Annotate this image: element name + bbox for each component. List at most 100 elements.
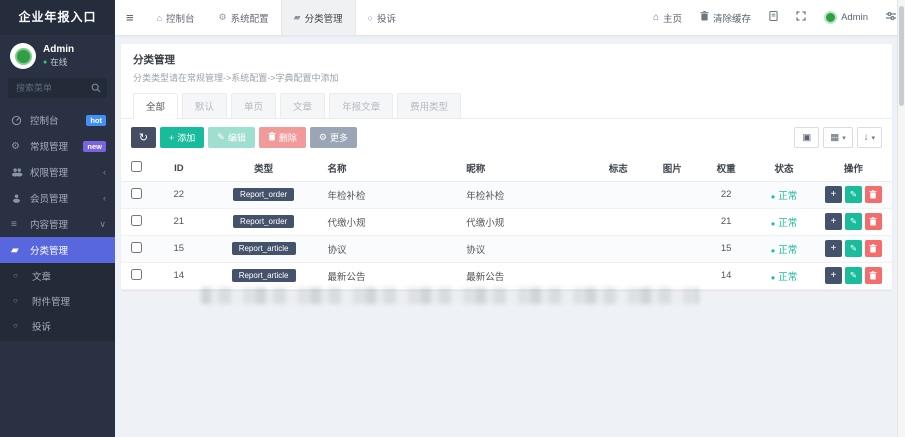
sidebar-item-auth[interactable]: 权限管理 ‹ [0, 159, 115, 185]
row-checkbox[interactable] [131, 215, 142, 226]
sidebar-item-label: 常规管理 [30, 139, 68, 153]
row-delete-button[interactable] [865, 213, 882, 230]
sidebar-item-complaint[interactable]: ○ 投诉 [0, 313, 115, 338]
export-button[interactable]: ↓ ▾ [857, 127, 882, 148]
trash-icon [869, 217, 877, 226]
user-name: Admin [43, 44, 74, 56]
filter-tab-default[interactable]: 默认 [182, 93, 227, 118]
circle-icon: ○ [13, 271, 28, 280]
filter-tab-report-article[interactable]: 年报文章 [329, 93, 393, 118]
fullscreen-icon [796, 11, 806, 24]
row-add-button[interactable]: + [825, 240, 842, 257]
col-header-nickname[interactable]: 昵称 [460, 156, 591, 181]
row-edit-button[interactable]: ✎ [845, 213, 862, 230]
row-checkbox[interactable] [131, 242, 142, 253]
row-checkbox[interactable] [131, 269, 142, 280]
delete-button[interactable]: 删除 [259, 127, 306, 148]
row-delete-button[interactable] [865, 267, 882, 284]
cell-name: 最新公告 [321, 262, 460, 289]
table-row[interactable]: 14 Report_article 最新公告 最新公告 14 ●正常 + ✎ [121, 262, 892, 289]
user-panel[interactable]: Admin ● 在线 [0, 35, 115, 76]
hamburger-icon[interactable]: ≡ [115, 0, 145, 35]
page-title: 分类管理 [133, 52, 880, 67]
table-row[interactable]: 22 Report_order 年检补检 年检补检 22 ●正常 + ✎ [121, 181, 892, 208]
tab-system-config[interactable]: ⚙ 系统配置 [207, 0, 281, 35]
sidebar-item-member[interactable]: 会员管理 ‹ [0, 185, 115, 211]
category-icon: ▰ [11, 245, 26, 256]
caret-down-icon: ▾ [871, 134, 875, 142]
pin-tab-button[interactable] [760, 0, 787, 35]
trash-icon [869, 271, 877, 280]
sidebar-item-attachment[interactable]: ○ 附件管理 [0, 288, 115, 313]
edit-button[interactable]: ✎ 编辑 [208, 127, 255, 148]
gear-icon: ⚙ [11, 141, 26, 152]
sidebar-item-label: 权限管理 [30, 165, 68, 179]
col-header-status[interactable]: 状态 [753, 156, 815, 181]
home-button[interactable]: ⌂ 主页 [644, 0, 691, 35]
fullscreen-button[interactable] [787, 0, 815, 35]
col-header-name[interactable]: 名称 [321, 156, 460, 181]
cell-weight: 21 [699, 208, 753, 235]
sidebar-item-article[interactable]: ○ 文章 [0, 263, 115, 288]
add-button[interactable]: + 添加 [160, 127, 204, 148]
delete-label: 删除 [279, 131, 297, 144]
plus-icon: + [831, 243, 837, 254]
user-menu[interactable]: Admin [815, 0, 877, 35]
content: 分类管理 分类类型请在常规管理->系统配置->字典配置中添加 全部 默认 单页 … [115, 35, 905, 290]
cell-name: 年检补检 [321, 181, 460, 208]
col-header-type[interactable]: 类型 [206, 156, 322, 181]
scrollbar-thumb[interactable] [899, 6, 904, 106]
filter-tab-all[interactable]: 全部 [133, 93, 178, 119]
sidebar-item-content[interactable]: ≡ 内容管理 ∨ [0, 211, 115, 237]
file-icon [769, 11, 778, 24]
cell-name: 协议 [321, 235, 460, 262]
col-header-weight[interactable]: 权重 [699, 156, 753, 181]
columns-button[interactable]: ▦ ▾ [823, 127, 853, 148]
filter-tab-page[interactable]: 单页 [231, 93, 276, 118]
trash-icon [268, 132, 276, 143]
more-button[interactable]: ⚙ 更多 [310, 127, 357, 148]
cell-nickname: 年检补检 [460, 181, 591, 208]
filter-tab-article[interactable]: 文章 [280, 93, 325, 118]
tab-dashboard[interactable]: ⌂ 控制台 [145, 0, 207, 35]
row-add-button[interactable]: + [825, 186, 842, 203]
plus-icon: + [831, 216, 837, 227]
select-all-checkbox[interactable] [131, 161, 142, 172]
sidebar-submenu: ▰ 分类管理 ○ 文章 ○ 附件管理 ○ 投诉 [0, 237, 115, 341]
table-row[interactable]: 21 Report_order 代缴小规 代缴小规 21 ●正常 + ✎ [121, 208, 892, 235]
row-delete-button[interactable] [865, 240, 882, 257]
window-scrollbar[interactable] [897, 0, 905, 437]
toggle-view-button[interactable]: ▣ [794, 127, 819, 148]
row-edit-button[interactable]: ✎ [845, 240, 862, 257]
tab-complaint[interactable]: ○ 投诉 [356, 0, 408, 35]
col-header-id[interactable]: ID [152, 156, 206, 181]
clear-cache-button[interactable]: 清除缓存 [691, 0, 760, 35]
sidebar-item-dashboard[interactable]: 控制台 hot [0, 107, 115, 133]
row-add-button[interactable]: + [825, 267, 842, 284]
refresh-button[interactable]: ↻ [131, 127, 156, 148]
category-icon: ▰ [294, 12, 301, 23]
row-checkbox[interactable] [131, 188, 142, 199]
sidebar-item-category[interactable]: ▰ 分类管理 [0, 237, 115, 263]
row-edit-button[interactable]: ✎ [845, 186, 862, 203]
table-row[interactable]: 15 Report_article 协议 协议 15 ●正常 + ✎ [121, 235, 892, 262]
circle-icon: ○ [13, 296, 28, 305]
gear-icon: ⚙ [319, 132, 327, 143]
row-delete-button[interactable] [865, 186, 882, 203]
cell-nickname: 协议 [460, 235, 591, 262]
tab-category[interactable]: ▰ 分类管理 [281, 0, 356, 35]
sidebar-item-label: 附件管理 [32, 294, 70, 308]
trash-icon [869, 244, 877, 253]
filter-tab-fee-type[interactable]: 费用类型 [397, 93, 461, 118]
online-dot-icon: ● [43, 59, 47, 66]
table-toolbar: ↻ + 添加 ✎ 编辑 删除 ⚙ 更多 ▣ [121, 119, 892, 156]
row-add-button[interactable]: + [825, 213, 842, 230]
col-header-image[interactable]: 图片 [645, 156, 699, 181]
row-edit-button[interactable]: ✎ [845, 267, 862, 284]
col-header-flag[interactable]: 标志 [591, 156, 645, 181]
export-icon: ↓ [864, 132, 869, 143]
cell-image [645, 262, 699, 289]
sidebar-item-general[interactable]: ⚙ 常规管理 new [0, 133, 115, 159]
filter-tabs: 全部 默认 单页 文章 年报文章 费用类型 [121, 84, 892, 119]
home-icon: ⌂ [653, 12, 659, 23]
